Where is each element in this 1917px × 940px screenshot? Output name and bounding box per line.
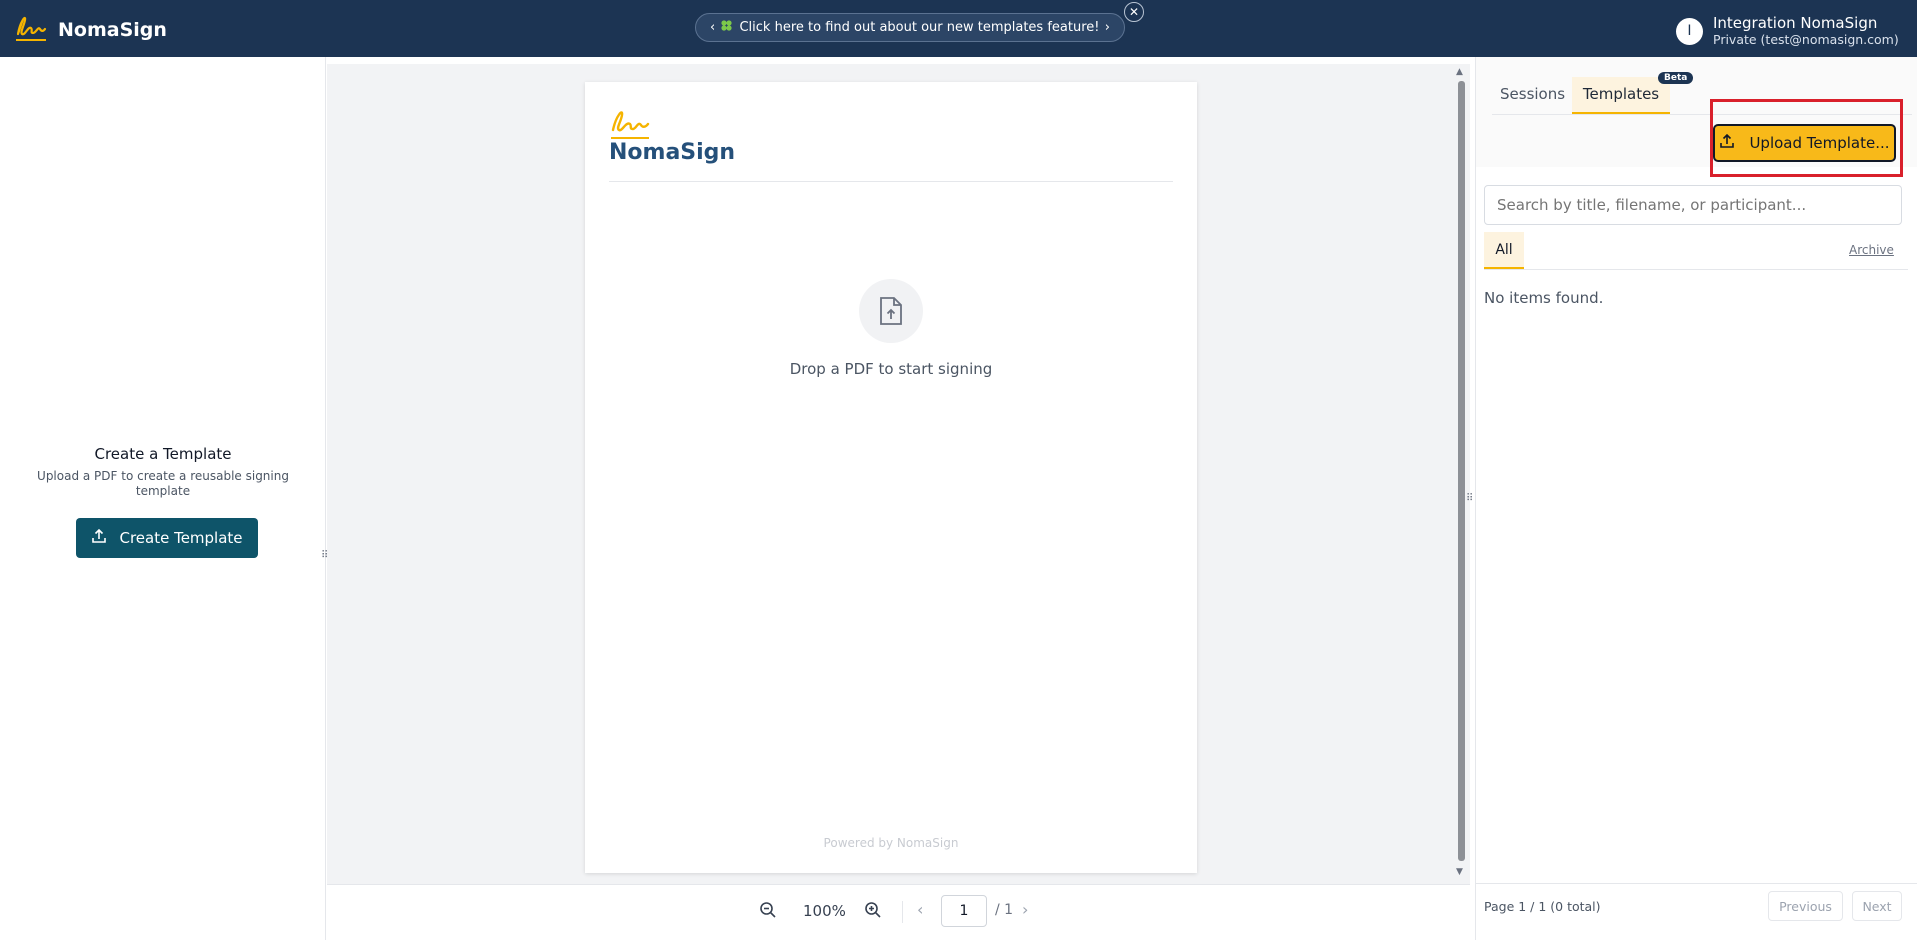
create-template-label: Create Template bbox=[119, 529, 243, 547]
search-input[interactable] bbox=[1484, 185, 1902, 225]
page-number-input[interactable]: 1 bbox=[941, 895, 987, 927]
left-panel: Create a Template Upload a PDF to create… bbox=[0, 57, 328, 940]
brand-name: NomaSign bbox=[58, 19, 167, 41]
create-template-button[interactable]: Create Template bbox=[76, 518, 258, 558]
right-panel: Sessions Templates Beta Upload Template.… bbox=[1475, 57, 1917, 940]
vertical-scrollbar[interactable]: ▲ ▼ bbox=[1456, 67, 1466, 882]
zoom-out-icon[interactable] bbox=[759, 901, 777, 923]
archive-link[interactable]: Archive bbox=[1849, 243, 1894, 257]
scroll-up-icon[interactable]: ▲ bbox=[1456, 67, 1463, 77]
chevron-right-icon[interactable]: › bbox=[1022, 900, 1028, 919]
previous-button[interactable]: Previous bbox=[1768, 891, 1843, 921]
next-button[interactable]: Next bbox=[1852, 891, 1902, 921]
page-total: / 1 bbox=[995, 902, 1014, 918]
powered-by: Powered by NomaSign bbox=[823, 836, 959, 850]
chevron-left-icon[interactable]: ‹ bbox=[917, 900, 923, 919]
top-bar: NomaSign ‹ Click here to find out about … bbox=[0, 0, 1917, 57]
document-brand: NomaSign bbox=[609, 140, 736, 165]
avatar: I bbox=[1676, 17, 1703, 45]
divider bbox=[1476, 883, 1917, 884]
tab-sessions[interactable]: Sessions bbox=[1500, 85, 1565, 103]
highlight-box bbox=[1710, 99, 1903, 177]
clover-icon bbox=[720, 19, 733, 36]
zoom-in-icon[interactable] bbox=[864, 901, 882, 923]
filter-all-tab[interactable]: All bbox=[1484, 232, 1524, 269]
signature-logo-icon bbox=[14, 12, 48, 48]
scroll-down-icon[interactable]: ▼ bbox=[1456, 867, 1463, 877]
empty-state-text: No items found. bbox=[1484, 289, 1604, 307]
user-name: Integration NomaSign bbox=[1713, 14, 1878, 32]
scrollbar-thumb[interactable] bbox=[1458, 81, 1465, 861]
chevron-right-icon[interactable]: › bbox=[1105, 20, 1110, 35]
announcement-text: Click here to find out about our new tem… bbox=[739, 20, 1100, 35]
chevron-left-icon[interactable]: ‹ bbox=[710, 20, 715, 35]
create-template-subtitle: Upload a PDF to create a reusable signin… bbox=[37, 469, 289, 498]
file-upload-icon[interactable] bbox=[859, 279, 923, 343]
drop-pdf-text: Drop a PDF to start signing bbox=[789, 360, 993, 378]
user-menu[interactable]: I Integration NomaSign Private (test@nom… bbox=[1676, 14, 1899, 48]
create-template-title: Create a Template bbox=[94, 445, 232, 463]
toolbar-divider bbox=[902, 901, 903, 923]
beta-badge: Beta bbox=[1658, 72, 1694, 84]
viewer-toolbar: 100% ‹ 1 / 1 › bbox=[327, 884, 1470, 936]
divider bbox=[609, 181, 1173, 182]
pagination-info: Page 1 / 1 (0 total) bbox=[1484, 899, 1601, 914]
close-icon[interactable]: ✕ bbox=[1124, 2, 1144, 22]
create-template-section: Create a Template Upload a PDF to create… bbox=[0, 445, 326, 499]
divider bbox=[1484, 269, 1908, 270]
zoom-level: 100% bbox=[803, 902, 846, 920]
announcement-banner[interactable]: ‹ Click here to find out about our new t… bbox=[695, 13, 1125, 42]
tab-templates[interactable]: Templates bbox=[1572, 77, 1670, 114]
pdf-page[interactable]: NomaSign Drop a PDF to start signing Pow… bbox=[585, 82, 1197, 873]
brand-logo[interactable]: NomaSign bbox=[14, 12, 167, 48]
tabs-area: Sessions Templates Beta Upload Template.… bbox=[1476, 57, 1917, 177]
resize-handle-right[interactable]: ⠿ bbox=[1466, 493, 1474, 507]
upload-icon bbox=[91, 528, 107, 548]
user-account: Private (test@nomasign.com) bbox=[1713, 32, 1899, 47]
